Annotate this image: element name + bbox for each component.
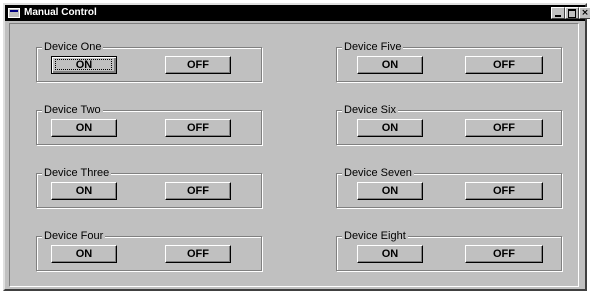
device-group-three: Device Three ON OFF: [36, 166, 262, 208]
device-group-label: Device One: [42, 40, 104, 54]
close-button[interactable]: ×: [579, 7, 590, 19]
device-group-label: Device Five: [342, 40, 404, 54]
device-group-eight: Device Eight ON OFF: [336, 229, 562, 271]
device-three-on-button[interactable]: ON: [51, 182, 117, 200]
focus-indicator: [55, 59, 112, 70]
device-four-on-button[interactable]: ON: [51, 245, 117, 263]
client-area: Device One ON OFF Device Two ON OFF Devi…: [9, 23, 579, 287]
device-group-label: Device Seven: [342, 166, 414, 180]
device-six-off-button[interactable]: OFF: [465, 119, 543, 137]
device-three-off-button[interactable]: OFF: [165, 182, 231, 200]
device-five-off-button[interactable]: OFF: [465, 56, 543, 74]
device-group-label: Device Four: [42, 229, 106, 243]
device-group-two: Device Two ON OFF: [36, 103, 262, 145]
device-one-off-button[interactable]: OFF: [165, 56, 231, 74]
device-group-label: Device Eight: [342, 229, 408, 243]
manual-control-window: Manual Control × Device One ON OFF Devic…: [3, 3, 590, 291]
device-eight-off-button[interactable]: OFF: [465, 245, 543, 263]
device-two-off-button[interactable]: OFF: [165, 119, 231, 137]
device-seven-on-button[interactable]: ON: [357, 182, 423, 200]
window-menu-icon[interactable]: [8, 8, 20, 18]
device-group-four: Device Four ON OFF: [36, 229, 262, 271]
minimize-button[interactable]: [551, 7, 565, 19]
device-seven-off-button[interactable]: OFF: [465, 182, 543, 200]
title-bar[interactable]: Manual Control ×: [5, 5, 590, 21]
device-one-on-button[interactable]: ON: [51, 56, 117, 74]
device-group-label: Device Six: [342, 103, 398, 117]
maximize-button[interactable]: [565, 7, 579, 19]
device-group-seven: Device Seven ON OFF: [336, 166, 562, 208]
device-group-label: Device Two: [42, 103, 103, 117]
device-group-one: Device One ON OFF: [36, 40, 262, 82]
device-five-on-button[interactable]: ON: [357, 56, 423, 74]
window-title: Manual Control: [24, 7, 97, 18]
device-six-on-button[interactable]: ON: [357, 119, 423, 137]
device-two-on-button[interactable]: ON: [51, 119, 117, 137]
device-group-label: Device Three: [42, 166, 112, 180]
device-group-six: Device Six ON OFF: [336, 103, 562, 145]
device-group-five: Device Five ON OFF: [336, 40, 562, 82]
device-four-off-button[interactable]: OFF: [165, 245, 231, 263]
device-eight-on-button[interactable]: ON: [357, 245, 423, 263]
